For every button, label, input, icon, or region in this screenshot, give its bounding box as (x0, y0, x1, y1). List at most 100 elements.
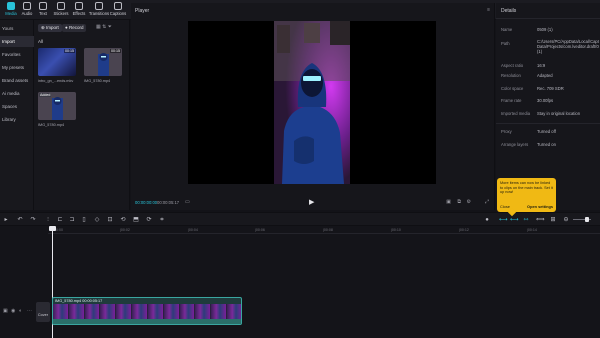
tool-label: Effects (72, 11, 86, 16)
detail-value: Adapted (537, 73, 553, 78)
quality-icon[interactable]: ▣ (446, 199, 451, 205)
lock-track-icon[interactable]: ▣ (3, 308, 8, 314)
tool-captions[interactable]: Captions (109, 2, 127, 19)
clip-frames (53, 304, 241, 320)
sidebar-item-my-presets[interactable]: My presets (0, 62, 34, 73)
detail-value: Stay in original location (537, 111, 581, 116)
tool-stickers[interactable]: Stickers (52, 2, 70, 19)
detail-label: Arrange layers (501, 142, 529, 147)
ruler-tick: |00:12 (459, 228, 469, 232)
freeze-icon[interactable]: ⊡ (106, 216, 114, 224)
media-sidebar: Yours Import Favorites My presets Brand … (0, 20, 34, 210)
undo-icon[interactable]: ↶ (16, 216, 24, 224)
text-icon (39, 2, 47, 10)
filter-all[interactable]: All (38, 39, 43, 44)
record-button[interactable]: ● Record (62, 24, 87, 32)
video-clip[interactable]: IMG_5780.mp4 00:00:05:17 (52, 297, 242, 325)
video-image (274, 21, 350, 184)
detail-value: C:/Users/PC/AppData/Local/CapCut/User Da… (537, 39, 599, 55)
sidebar-item-favorites[interactable]: Favorites (0, 49, 34, 60)
tool-text[interactable]: Text (34, 2, 52, 19)
tool-transitions[interactable]: Transitions (88, 2, 110, 19)
tooltip-close-button[interactable]: Close (500, 204, 510, 209)
magnet-icon[interactable]: ⟷ (510, 216, 519, 224)
split-right-icon[interactable]: ⊐ (68, 216, 76, 224)
zoom-fit-icon[interactable]: ⊞ (549, 216, 557, 224)
timeline-ruler[interactable]: 00:00 |00:02 |00:04 |00:06 |00:08 |00:10… (48, 226, 600, 234)
view-options-icon[interactable]: ▦ ⇅ ⏷ (96, 24, 112, 30)
detail-label: Frame rate (501, 98, 522, 103)
cover-button[interactable]: Cover (36, 302, 50, 322)
video-canvas[interactable] (188, 21, 436, 184)
sidebar-item-spaces[interactable]: Spaces (0, 101, 34, 112)
marker-icon[interactable]: ◇ (93, 216, 101, 224)
detail-value: 30.00fps (537, 98, 554, 103)
player-title: Player (135, 8, 150, 14)
media-name: IMG_5780.mp4 (38, 123, 65, 127)
ruler-tick: |00:06 (255, 228, 265, 232)
timecode-total: 00:00:05:17 (157, 200, 180, 205)
ruler-tick: |00:08 (323, 228, 333, 232)
player-menu-icon[interactable]: ≡ (487, 7, 490, 13)
microphone-icon[interactable]: ● (483, 216, 491, 224)
settings-icon[interactable]: ⚙ (467, 199, 471, 205)
preview-axis-icon[interactable]: ⟺ (536, 216, 545, 224)
split-icon[interactable]: ⫶ (44, 216, 52, 224)
ratio-icon[interactable]: ⧉ (457, 199, 461, 205)
detail-label: Color space (501, 86, 524, 91)
sidebar-item-library[interactable]: Library (0, 114, 34, 125)
play-icon[interactable]: ▶ (309, 198, 314, 206)
tool-effects[interactable]: Effects (70, 2, 88, 19)
playhead-handle[interactable] (49, 226, 56, 231)
detail-value: Rec. 709 SDR (537, 86, 564, 91)
tool-label: Text (39, 11, 47, 16)
clip-label: IMG_5780.mp4 00:00:05:17 (55, 299, 103, 303)
ruler-tick: |00:02 (120, 228, 130, 232)
player-controls: 00:00:00:00 00:00:05:17 ▭ ▶ ▣ ⧉ ⚙ ⤢ (131, 196, 495, 210)
import-button[interactable]: ⊕ Import (38, 24, 62, 32)
sidebar-item-ai-media[interactable]: Ai media (0, 88, 34, 99)
divider (496, 18, 600, 19)
sidebar-item-yours[interactable]: Yours (0, 23, 34, 34)
audio-icon (23, 2, 31, 10)
tooltip-open-settings-button[interactable]: Open settings (527, 204, 553, 209)
split-left-icon[interactable]: ⊏ (56, 216, 64, 224)
player-panel: Player ≡ 00:00:00:00 00:00:05:17 ▭ ▶ ▣ ⧉… (131, 3, 495, 210)
tool-label: Stickers (53, 11, 69, 16)
redo-icon[interactable]: ↷ (29, 216, 37, 224)
video-frame (274, 21, 350, 184)
mute-track-icon[interactable]: ◐ (19, 308, 22, 314)
hide-track-icon[interactable]: ◉ (11, 308, 15, 314)
effects-icon (75, 2, 83, 10)
fullscreen-icon[interactable]: ⤢ (485, 199, 489, 205)
detail-label: Proxy (501, 129, 512, 134)
ruler-tick: |00:10 (391, 228, 401, 232)
mirror-icon[interactable]: ⬒ (132, 216, 140, 224)
feature-tooltip: More items can now be linked to clips on… (497, 178, 556, 217)
media-thumb[interactable]: 00:15 (84, 48, 122, 76)
reverse-icon[interactable]: ⟲ (119, 216, 127, 224)
media-name: IMG_5780.mp4 (84, 79, 111, 83)
more-icon[interactable]: ⋯ (27, 308, 32, 314)
timeline-view-icon[interactable]: ▭ (185, 199, 190, 205)
detail-label: Resolution (501, 73, 521, 78)
tool-label: Transitions (88, 11, 110, 16)
media-thumb[interactable]: 00:15 (38, 48, 76, 76)
zoom-slider-thumb[interactable] (585, 217, 589, 222)
select-tool-icon[interactable]: ▸ (2, 216, 10, 224)
zoom-out-icon[interactable]: ⊖ (562, 216, 570, 224)
detail-value: Turned off (537, 129, 556, 134)
media-thumb[interactable]: Added (38, 92, 76, 120)
linkage-icon[interactable]: ⇿ (522, 216, 530, 224)
detail-value: Turned on (537, 142, 556, 147)
detail-label: Path (501, 41, 510, 46)
sidebar-item-import[interactable]: Import (0, 36, 34, 47)
link-main-icon[interactable]: ⟷ (499, 216, 508, 224)
sidebar-item-brand-assets[interactable]: Brand assets (0, 75, 34, 86)
rotate-icon[interactable]: ⟳ (145, 216, 153, 224)
timecode-current: 00:00:00:00 (135, 200, 158, 205)
delete-icon[interactable]: ▯ (80, 216, 88, 224)
crop-icon[interactable]: ⌗ (158, 216, 166, 224)
duration-badge: 00:15 (110, 49, 121, 53)
stickers-icon (57, 2, 65, 10)
